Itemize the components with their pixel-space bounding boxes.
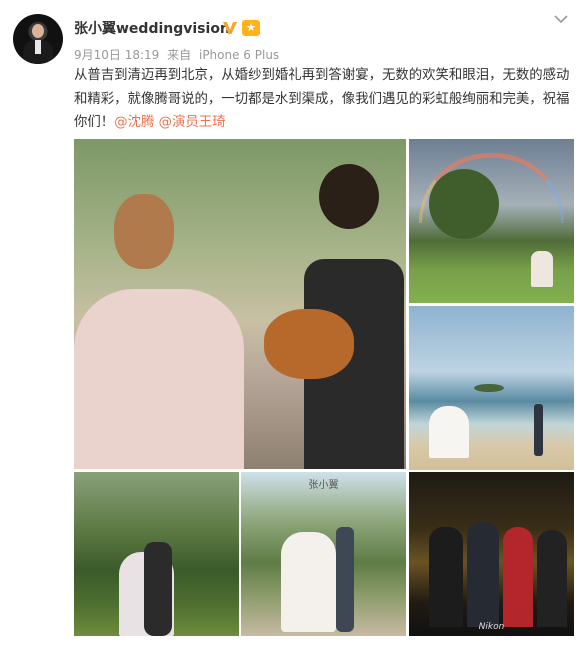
groom-shape [336,527,354,632]
member-badge-icon[interactable]: ★ [242,20,260,36]
verified-v-icon [223,22,237,34]
chevron-down-icon[interactable] [554,14,568,24]
mention-link-1[interactable]: @沈腾 [114,115,154,130]
bride-red-dress-shape [503,527,533,627]
photo-6-banquet[interactable]: Nikon [409,472,574,636]
groom-hair-shape [319,164,379,229]
bride-shape [429,406,469,458]
avatar-face [32,24,44,38]
post-source-prefix: 来自 [167,48,192,62]
bride-dress-shape [281,532,336,632]
tree-shape [429,169,499,239]
avatar[interactable] [13,14,63,64]
photo-3-beach[interactable] [409,306,574,470]
weibo-post-card: 张小翼weddingvision ★ 9月10日 18:19 来自 iPhone… [0,0,579,652]
username-link[interactable]: 张小翼weddingvision [74,18,230,38]
guest-shape-2 [537,530,567,627]
guest-shape-1 [429,527,463,627]
groom-shape [144,542,172,636]
post-date[interactable]: 9月10日 18:19 [74,48,159,62]
post-meta: 9月10日 18:19 来自 iPhone 6 Plus [74,46,283,63]
groom-shape [534,404,543,456]
groom-shape [467,522,499,627]
avatar-shirt [35,40,41,54]
photo-4-garden[interactable] [74,472,239,636]
bride-hair-shape [114,194,174,269]
mention-link-2[interactable]: @演员王琦 [159,115,226,130]
couple-shape [531,251,553,287]
bride-dress-shape [74,289,244,469]
island-shape [474,384,504,392]
photo-watermark: 张小翼 [308,480,339,491]
camera-brand-text: Nikon [478,622,505,632]
post-source[interactable]: iPhone 6 Plus [199,48,279,62]
photo-2-rainbow-field[interactable] [409,139,574,303]
photo-1-couple-guitar[interactable] [74,139,406,469]
photo-5-ceremony[interactable]: 张小翼 [241,472,406,636]
post-text: 从普吉到清迈再到北京，从婚纱到婚礼再到答谢宴，无数的欢笑和眼泪，无数的感动和精彩… [74,64,574,135]
guitar-shape [264,309,354,379]
